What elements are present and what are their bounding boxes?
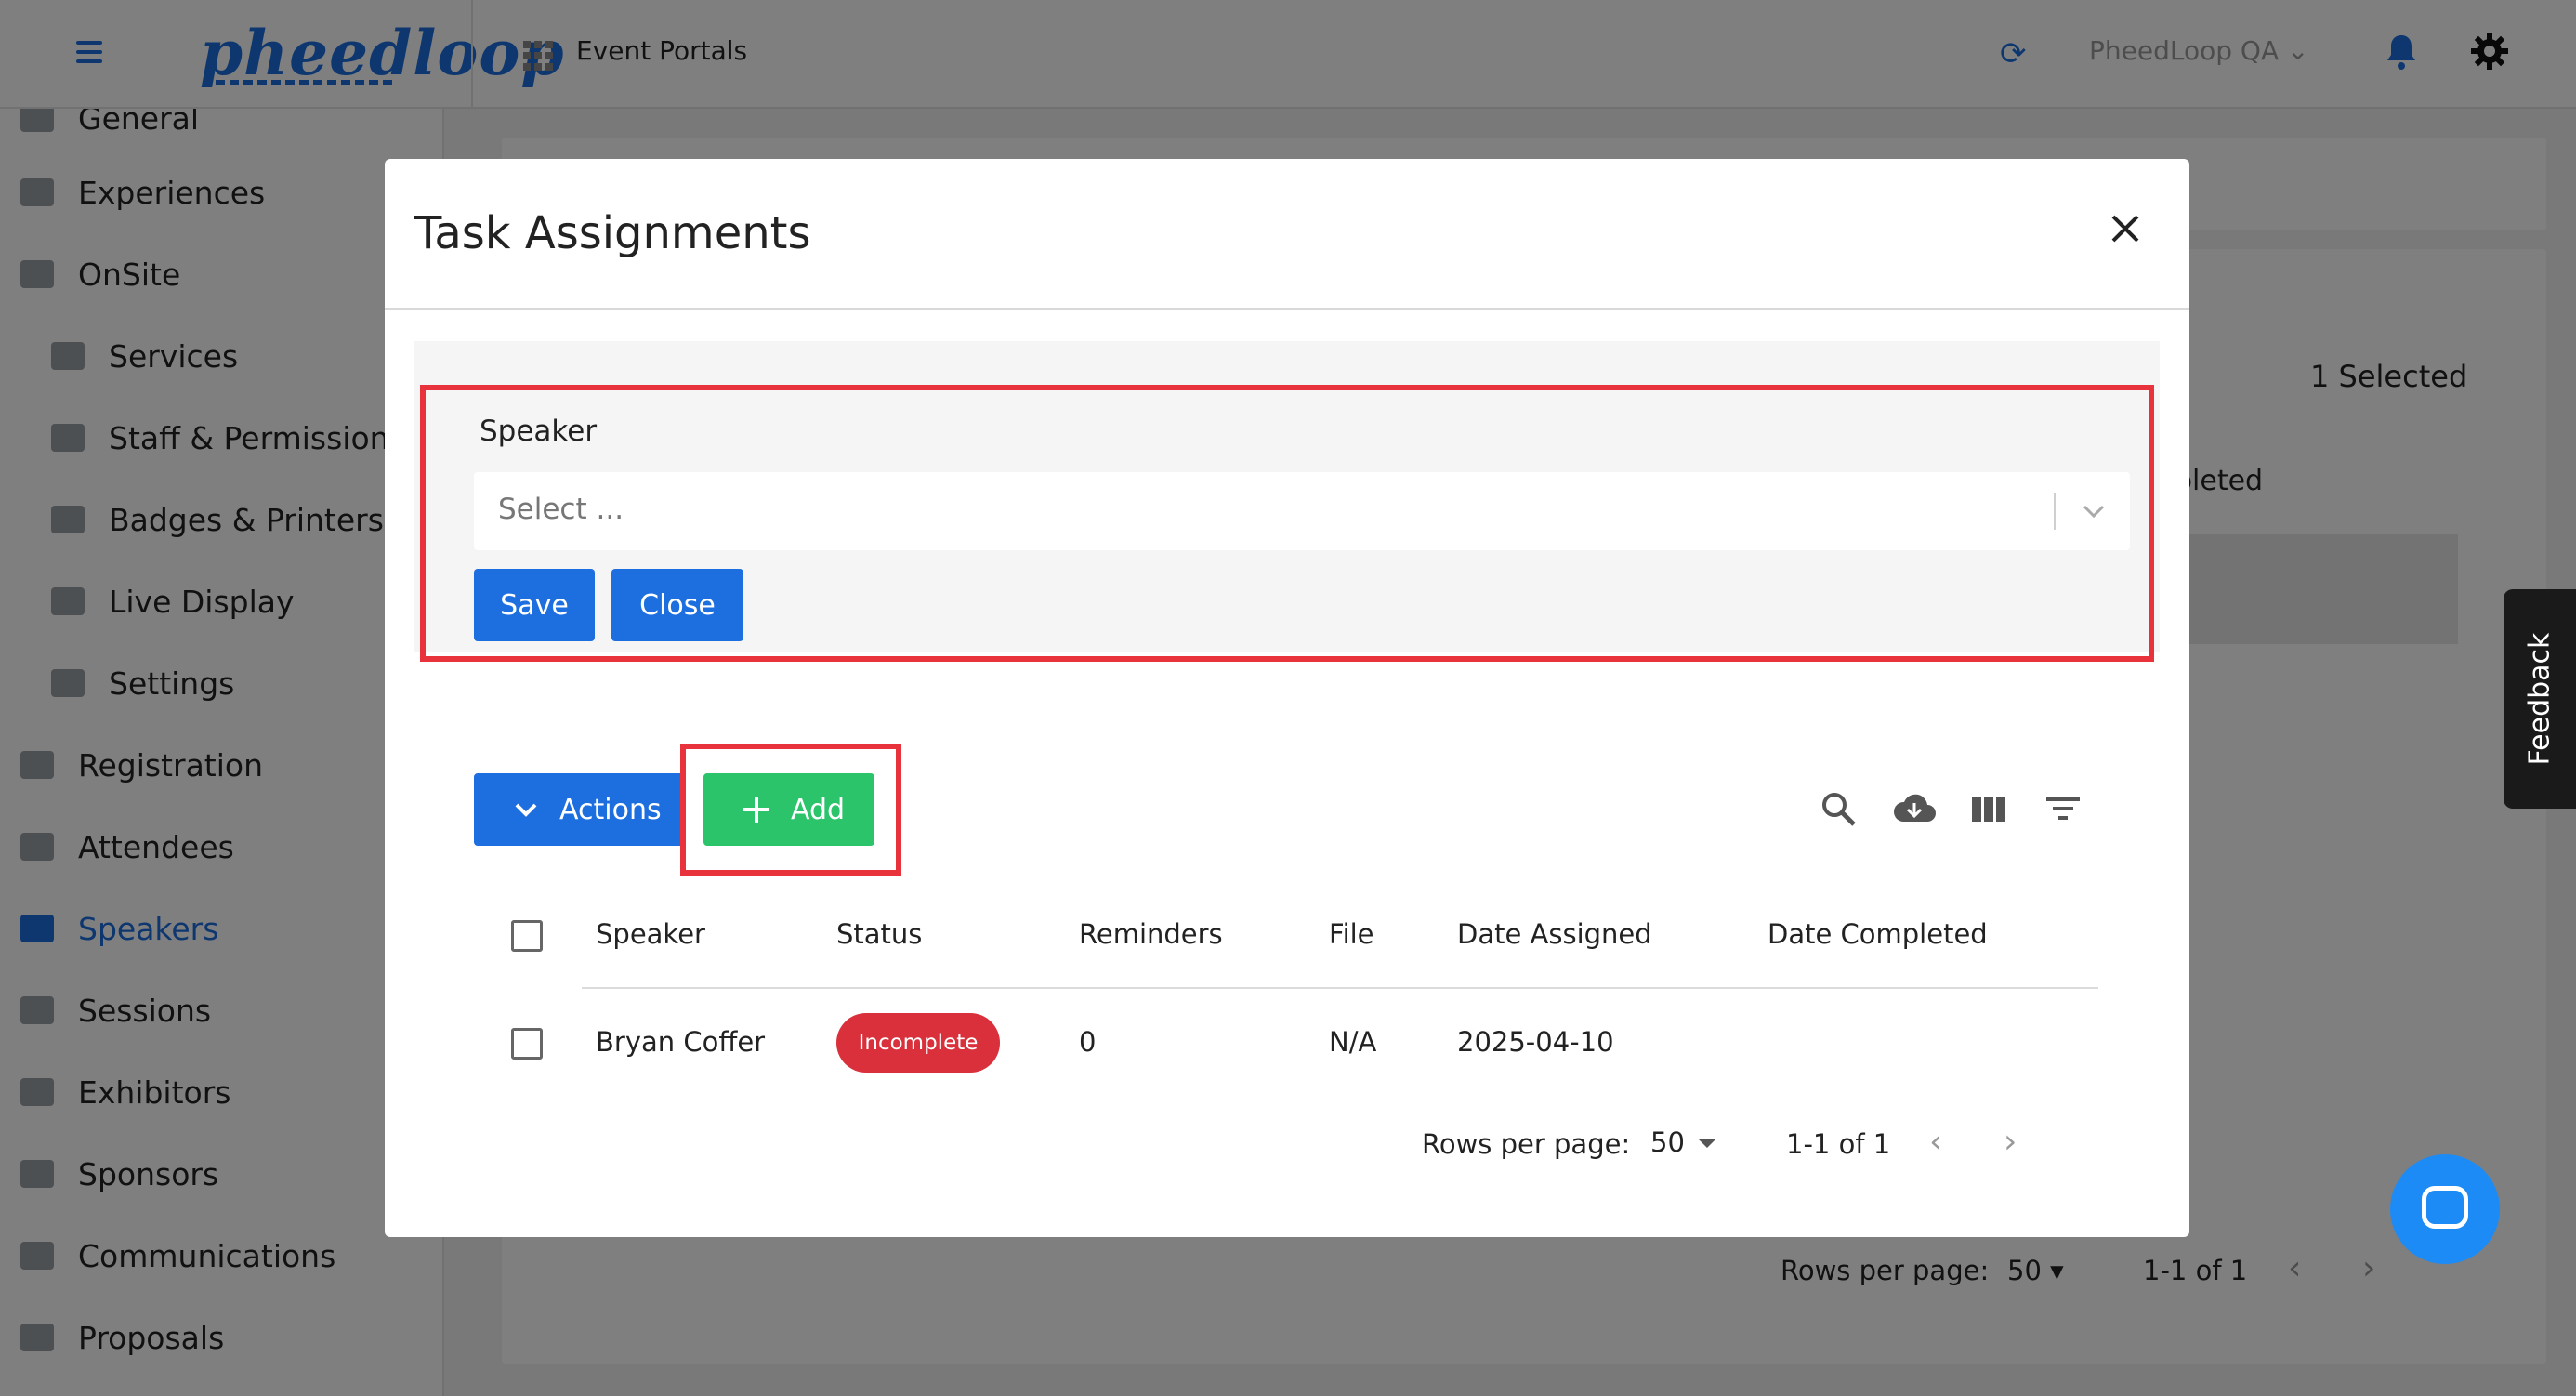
actions-button[interactable]: Actions (474, 773, 686, 846)
add-button[interactable]: Add (703, 773, 874, 846)
columns-icon[interactable] (1970, 790, 2007, 827)
column-header-status[interactable]: Status (836, 918, 922, 950)
chevron-down-icon (515, 803, 537, 817)
chat-launcher-button[interactable] (2390, 1154, 2500, 1264)
modal-title: Task Assignments (414, 207, 811, 259)
speaker-select-placeholder: Select ... (498, 493, 624, 526)
task-assignments-modal: Task Assignments (385, 159, 2189, 1237)
save-button[interactable]: Save (474, 569, 595, 641)
column-header-date-assigned[interactable]: Date Assigned (1457, 918, 1652, 950)
speaker-select[interactable]: Select ... (474, 472, 2130, 550)
modal-header-divider (385, 308, 2189, 310)
row-checkbox[interactable] (511, 1028, 543, 1060)
cell-speaker: Bryan Coffer (596, 1026, 766, 1058)
close-form-button[interactable]: Close (611, 569, 743, 641)
table-header-divider (582, 987, 2098, 989)
cell-file: N/A (1329, 1026, 1377, 1058)
cell-date-assigned: 2025-04-10 (1457, 1026, 1614, 1058)
caret-down-icon[interactable] (1699, 1139, 1715, 1148)
column-header-speaker[interactable]: Speaker (596, 918, 705, 950)
cloud-download-icon[interactable] (1892, 790, 1937, 827)
rows-per-page-label: Rows per page: (1422, 1128, 1631, 1160)
status-badge: Incomplete (836, 1013, 1000, 1073)
feedback-label: Feedback (2523, 632, 2556, 766)
close-icon[interactable] (2104, 207, 2147, 250)
add-label: Add (791, 793, 846, 826)
chat-icon (2422, 1186, 2468, 1229)
page-range: 1-1 of 1 (1786, 1128, 1891, 1160)
plus-icon (743, 797, 769, 823)
column-header-reminders[interactable]: Reminders (1079, 918, 1223, 950)
actions-label: Actions (559, 793, 662, 826)
column-header-date-completed[interactable]: Date Completed (1768, 918, 1988, 950)
speaker-field-label: Speaker (480, 415, 598, 448)
filter-icon[interactable] (2044, 790, 2082, 827)
column-header-file[interactable]: File (1329, 918, 1374, 950)
select-separator (2054, 493, 2056, 530)
cell-reminders: 0 (1079, 1026, 1097, 1058)
select-all-checkbox[interactable] (511, 920, 543, 952)
prev-page-icon[interactable]: ‹ (1929, 1123, 1942, 1161)
next-page-icon[interactable]: › (2004, 1123, 2017, 1161)
search-icon[interactable] (1820, 790, 1857, 827)
rows-per-page-select[interactable]: 50 (1650, 1126, 1685, 1158)
feedback-tab[interactable]: Feedback (2504, 589, 2576, 809)
chevron-down-icon[interactable] (2080, 493, 2108, 530)
